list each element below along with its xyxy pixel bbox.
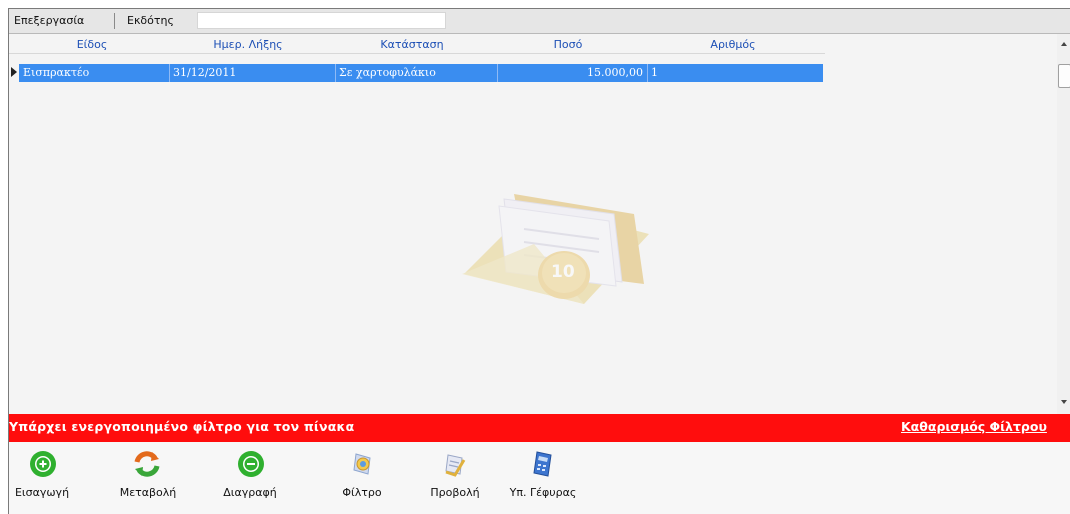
cell-due-date[interactable]: 31/12/2011 [173, 64, 333, 82]
tab-strip: Επεξεργασία Εκδότης [9, 9, 1070, 34]
column-header-status[interactable]: Κατάσταση [331, 36, 493, 53]
delete-button-label: Διαγραφή [223, 486, 277, 499]
tab-edit[interactable]: Επεξεργασία [9, 12, 89, 30]
plus-circle-icon [30, 451, 56, 477]
minus-circle-icon [238, 451, 264, 477]
column-header-due-date[interactable]: Ημερ. Λήξης [165, 36, 331, 53]
cell-number[interactable]: 1 [651, 64, 821, 82]
clear-filter-link[interactable]: Καθαρισμός Φίλτρου [901, 419, 1047, 434]
scroll-down-icon[interactable] [1061, 400, 1067, 404]
view-button-label: Προβολή [430, 486, 480, 499]
cell-divider [335, 64, 336, 82]
delete-button[interactable]: Διαγραφή [217, 446, 283, 506]
filter-button-label: Φίλτρο [342, 486, 382, 499]
tab-divider [114, 13, 115, 29]
cheques-grid: Είδος Ημερ. Λήξης Κατάσταση Ποσό Αριθμός… [9, 34, 1057, 414]
active-filter-bar: Υπάρχει ενεργοποιημένο φίλτρο για τον πί… [9, 414, 1070, 442]
issuer-filter-field[interactable] [197, 12, 446, 29]
cell-divider [169, 64, 170, 82]
cell-amount[interactable]: 15.000,00 [499, 64, 643, 82]
current-row-indicator-icon [11, 67, 17, 77]
column-header-number[interactable]: Αριθμός [643, 36, 823, 53]
tab-issuer[interactable]: Εκδότης [122, 12, 179, 30]
modify-button[interactable]: Μεταβολή [113, 446, 183, 506]
watermark-coin-label: 10 [551, 262, 575, 282]
refresh-icon [134, 451, 160, 477]
cell-divider [647, 64, 648, 82]
scrollbar-thumb[interactable] [1058, 64, 1070, 88]
action-toolbar: Εισαγωγή Μεταβολή Διαγραφή Φίλτρο Προβολ… [9, 442, 1070, 514]
cheque-folder-watermark-icon: 10 [444, 174, 664, 337]
filter-button[interactable]: Φίλτρο [334, 446, 390, 506]
view-document-icon [445, 454, 466, 477]
main-window: Επεξεργασία Εκδότης Είδος Ημερ. Λήξης Κα… [8, 8, 1070, 514]
scroll-up-icon[interactable] [1061, 42, 1067, 46]
filter-icon [353, 453, 371, 475]
vertical-scrollbar[interactable] [1057, 34, 1070, 414]
grid-header-row: Είδος Ημερ. Λήξης Κατάσταση Ποσό Αριθμός [9, 36, 825, 54]
view-button[interactable]: Προβολή [427, 446, 483, 506]
cell-type[interactable]: Εισπρακτέο [23, 64, 165, 82]
modify-button-label: Μεταβολή [119, 486, 177, 499]
table-row[interactable]: Εισπρακτέο 31/12/2011 Σε χαρτοφυλάκιο 15… [19, 64, 823, 82]
column-header-type[interactable]: Είδος [19, 36, 165, 53]
bridge-calc-button[interactable]: Υπ. Γέφυρας [499, 446, 587, 506]
column-header-amount[interactable]: Ποσό [493, 36, 643, 53]
filter-active-message: Υπάρχει ενεργοποιημένο φίλτρο για τον πί… [9, 419, 355, 434]
cell-status[interactable]: Σε χαρτοφυλάκιο [339, 64, 495, 82]
calculator-icon [533, 451, 552, 477]
insert-button-label: Εισαγωγή [14, 486, 70, 499]
bridge-calc-button-label: Υπ. Γέφυρας [509, 486, 577, 499]
cell-divider [497, 64, 498, 82]
insert-button[interactable]: Εισαγωγή [9, 446, 75, 506]
